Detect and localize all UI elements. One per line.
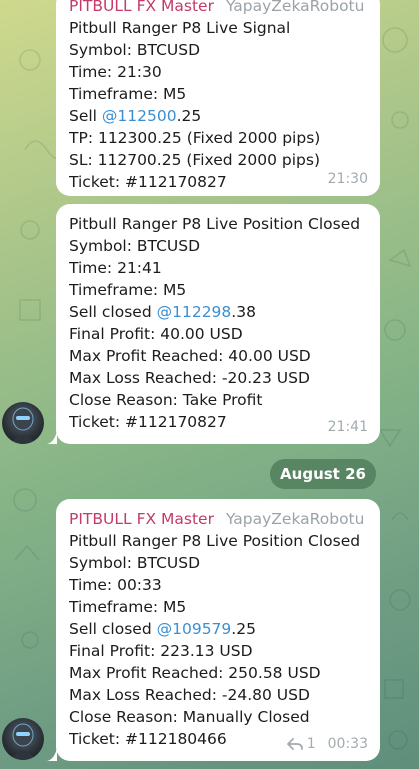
price-mention-link[interactable]: @112298: [157, 303, 232, 321]
ticket-line: Ticket: #112170827: [69, 413, 227, 431]
message-title: Pitbull Ranger P8 Live Position Closed: [69, 215, 361, 233]
reply-count: 1: [306, 736, 316, 752]
time-line: Time: 00:33: [69, 576, 162, 594]
message-title: Pitbull Ranger P8 Live Signal: [69, 19, 291, 37]
close-reason-line: Close Reason: Take Profit: [69, 391, 263, 409]
symbol-line: Symbol: BTCUSD: [69, 237, 201, 255]
sell-closed-line: Sell closed @112298.38: [69, 301, 367, 323]
message-time: 00:33: [327, 736, 368, 752]
message-bubble-signal[interactable]: PITBULL FX Master YapayZekaRobotu Pitbul…: [56, 0, 380, 196]
replies-button[interactable]: 1: [286, 733, 316, 755]
message-header: PITBULL FX Master YapayZekaRobotu: [69, 0, 367, 17]
sender-name[interactable]: PITBULL FX Master: [69, 508, 214, 530]
sender-avatar[interactable]: [2, 718, 44, 760]
price-decimal: .25: [176, 107, 202, 125]
message-meta: 21:41: [328, 416, 368, 438]
ticket-line: Ticket: #112170827: [69, 173, 227, 191]
stop-loss-line: SL: 112700.25 (Fixed 2000 pips): [69, 151, 320, 169]
message-time: 21:41: [327, 419, 368, 435]
max-loss-line: Max Loss Reached: -20.23 USD: [69, 369, 310, 387]
price-decimal: .38: [231, 303, 256, 321]
bubble-tail: [47, 430, 57, 444]
timeframe-line: Timeframe: M5: [69, 281, 187, 299]
symbol-line: Symbol: BTCUSD: [69, 41, 201, 59]
via-bot-label[interactable]: YapayZekaRobotu: [226, 508, 364, 530]
sell-label: Sell: [69, 107, 102, 125]
max-profit-line: Max Profit Reached: 40.00 USD: [69, 347, 311, 365]
message-header: PITBULL FX Master YapayZekaRobotu: [69, 508, 367, 530]
sell-closed-label: Sell closed: [69, 620, 157, 638]
message-title: Pitbull Ranger P8 Live Position Closed: [69, 532, 361, 550]
max-profit-line: Max Profit Reached: 250.58 USD: [69, 664, 321, 682]
time-line: Time: 21:30: [69, 63, 162, 81]
reply-arrow-icon: [286, 738, 303, 750]
price-mention-link[interactable]: @109579: [157, 620, 232, 638]
message-bubble-position-closed[interactable]: PITBULL FX Master YapayZekaRobotu Pitbul…: [56, 499, 380, 761]
message-meta: 21:30: [328, 168, 368, 190]
message-time: 21:30: [327, 171, 368, 187]
timeframe-line: Timeframe: M5: [69, 598, 187, 616]
sender-avatar[interactable]: [2, 402, 44, 444]
date-separator: August 26: [270, 459, 376, 489]
sender-name[interactable]: PITBULL FX Master: [69, 0, 214, 17]
final-profit-line: Final Profit: 223.13 USD: [69, 642, 253, 660]
symbol-line: Symbol: BTCUSD: [69, 554, 201, 572]
max-loss-line: Max Loss Reached: -24.80 USD: [69, 686, 310, 704]
price-decimal: .25: [231, 620, 256, 638]
sell-line: Sell @112500.25: [69, 105, 367, 127]
sell-closed-label: Sell closed: [69, 303, 157, 321]
timeframe-line: Timeframe: M5: [69, 85, 187, 103]
robot-avatar-icon: [10, 407, 36, 444]
message-bubble-position-closed[interactable]: Pitbull Ranger P8 Live Position Closed S…: [56, 204, 380, 444]
sell-closed-line: Sell closed @109579.25: [69, 618, 367, 640]
robot-avatar-icon: [10, 723, 36, 760]
date-separator-label: August 26: [280, 465, 366, 483]
final-profit-line: Final Profit: 40.00 USD: [69, 325, 243, 343]
via-bot-label[interactable]: YapayZekaRobotu: [226, 0, 364, 17]
take-profit-line: TP: 112300.25 (Fixed 2000 pips): [69, 129, 321, 147]
close-reason-line: Close Reason: Manually Closed: [69, 708, 310, 726]
time-line: Time: 21:41: [69, 259, 162, 277]
price-mention-link[interactable]: @112500: [102, 107, 177, 125]
bubble-tail: [47, 747, 57, 761]
message-meta: 1 00:33: [286, 733, 368, 755]
